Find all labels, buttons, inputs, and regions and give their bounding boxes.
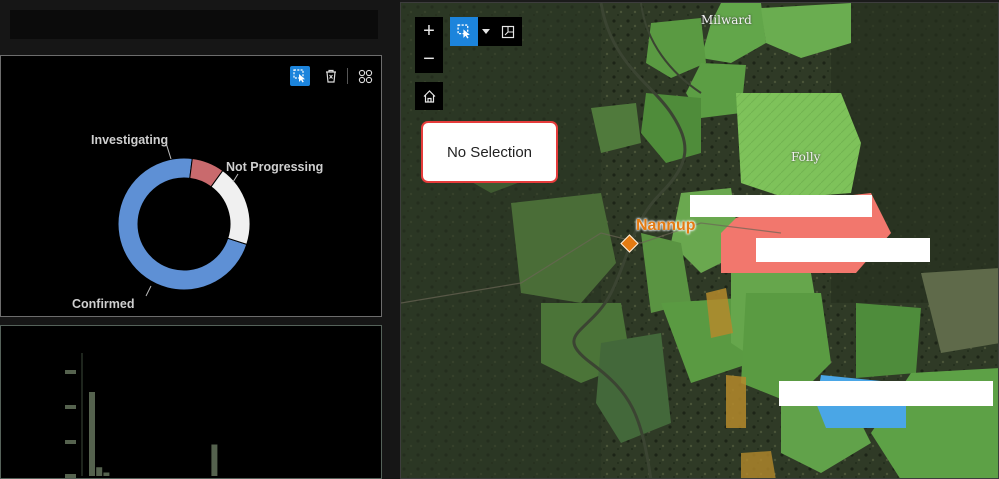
pie-chart-panel: Investigating Not Progressing Confirmed	[0, 55, 382, 317]
select-box-button[interactable]	[494, 17, 522, 46]
y-tick	[65, 474, 76, 478]
leader-line	[145, 285, 152, 297]
select-dropdown-button[interactable]	[478, 17, 494, 46]
bar-1[interactable]	[89, 392, 95, 476]
dashboard-left-pane: Investigating Not Progressing Confirmed	[0, 0, 400, 479]
pie-slice-not-progressing[interactable]	[210, 169, 251, 246]
select-cursor-icon	[456, 24, 470, 39]
bar-2[interactable]	[96, 467, 103, 476]
selection-toolbar	[450, 17, 522, 46]
select-box-icon	[501, 25, 515, 38]
label-folly: Folly	[791, 150, 821, 164]
leader-line	[232, 173, 239, 183]
select-tool-button[interactable]	[450, 17, 478, 46]
home-icon	[423, 89, 435, 103]
redacted-label-box	[779, 381, 993, 406]
zoom-out-button[interactable]: −	[415, 45, 443, 73]
home-control	[415, 82, 443, 110]
y-tick	[65, 370, 76, 374]
header-bar	[10, 10, 378, 39]
bar-3[interactable]	[103, 472, 110, 477]
label-nannup: Nannup	[636, 217, 696, 234]
bar-chart	[65, 353, 218, 478]
map-view[interactable]: Milward Folly Nannup + − No Selection	[400, 2, 999, 479]
label-milward: Milward	[701, 13, 752, 27]
redacted-label-box	[756, 238, 930, 262]
zoom-control: + −	[415, 17, 443, 73]
label-investigating: Investigating	[91, 133, 169, 147]
y-tick	[65, 440, 76, 444]
y-tick	[65, 405, 76, 409]
bar-18[interactable]	[211, 444, 218, 477]
home-button[interactable]	[415, 82, 443, 110]
donut-chart	[117, 142, 251, 297]
label-confirmed: Confirmed	[72, 297, 135, 311]
bar-chart-panel	[0, 325, 382, 479]
selection-popup: No Selection	[421, 121, 558, 183]
label-not-progressing: Not Progressing	[226, 160, 324, 174]
caret-down-icon	[482, 29, 490, 34]
redacted-label-box	[690, 195, 872, 217]
zoom-in-button[interactable]: +	[415, 17, 443, 45]
